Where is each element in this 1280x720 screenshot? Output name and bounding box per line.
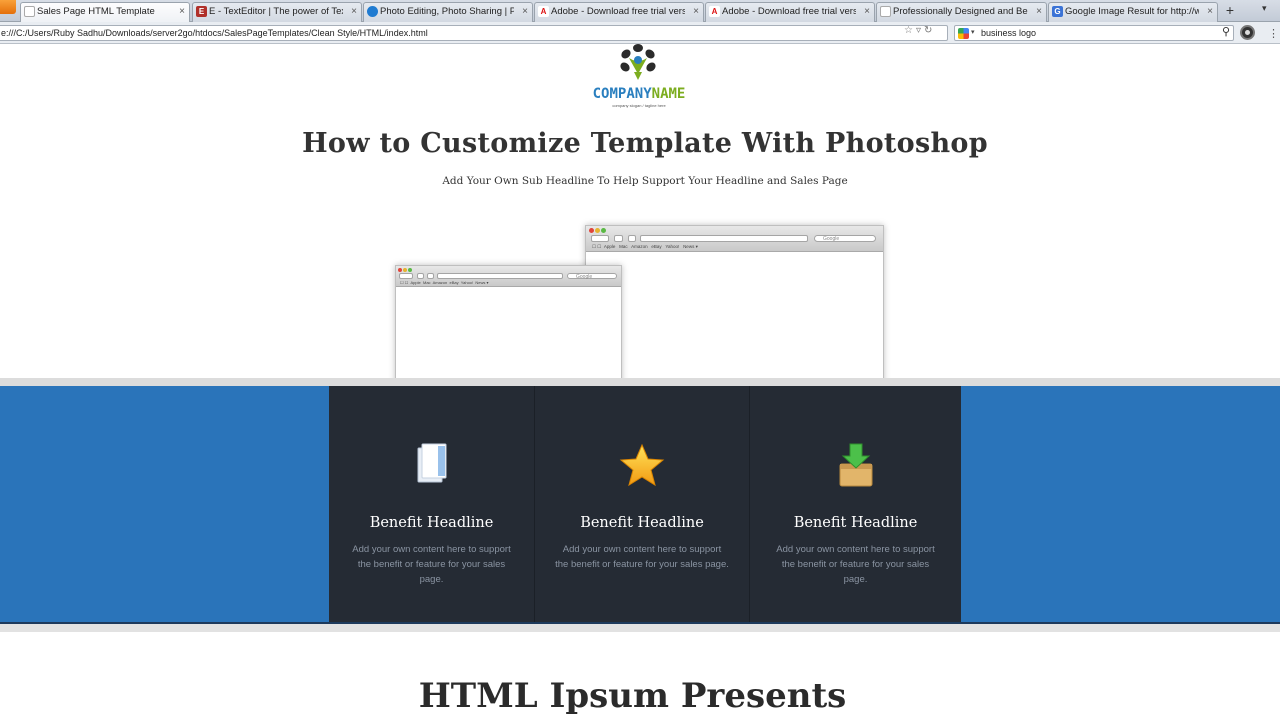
- tab-sales-page[interactable]: Sales Page HTML Template ×: [20, 2, 190, 23]
- benefit-text: Add your own content here to support the…: [555, 544, 729, 570]
- new-tab-button[interactable]: +: [1222, 3, 1238, 19]
- close-icon[interactable]: ×: [693, 3, 699, 21]
- adobe-icon: A: [709, 6, 720, 17]
- close-icon[interactable]: ×: [179, 3, 185, 21]
- document-icon: [417, 443, 446, 483]
- benefit-headline: Benefit Headline: [580, 515, 704, 531]
- logo-mark-icon: [620, 44, 656, 80]
- benefit-card: Benefit Headline Add your own content he…: [329, 386, 534, 622]
- magnifier-icon[interactable]: ⚲: [1222, 25, 1230, 39]
- benefit-card: Benefit Headline Add your own content he…: [749, 386, 961, 622]
- tab-professionally-designed[interactable]: Professionally Designed and Beauti... ×: [876, 2, 1047, 22]
- close-icon[interactable]: ×: [1207, 3, 1213, 21]
- tab-title: Photo Editing, Photo Sharing | Pho...: [380, 6, 514, 17]
- logo-wordmark: COMPANYNAME: [592, 86, 686, 102]
- bookmark-star-icon[interactable]: ☆: [904, 25, 916, 36]
- list-all-tabs-icon[interactable]: ▾: [1262, 3, 1267, 14]
- google-icon[interactable]: [958, 28, 969, 39]
- google-icon: G: [1052, 6, 1063, 17]
- tab-photobucket[interactable]: Photo Editing, Photo Sharing | Pho... ×: [363, 2, 533, 22]
- benefit-card: Benefit Headline Add your own content he…: [534, 386, 749, 622]
- tab-title: E - TextEditor | The power of TextM...: [209, 6, 343, 17]
- toolbar-grip-icon: ⋮: [1268, 28, 1279, 40]
- reload-icon[interactable]: ↻: [924, 25, 935, 36]
- company-logo[interactable]: COMPANYNAME company slogan / tagline her…: [572, 44, 706, 110]
- history-dropdown-icon[interactable]: ▿: [916, 25, 924, 36]
- adobe-icon: A: [538, 6, 549, 17]
- page-headline: How to Customize Template With Photoshop: [302, 128, 988, 159]
- tab-texteditor[interactable]: E E - TextEditor | The power of TextM...…: [192, 2, 362, 22]
- section-divider: [0, 622, 1280, 632]
- close-icon[interactable]: ×: [1036, 3, 1042, 21]
- close-icon[interactable]: ×: [351, 3, 357, 21]
- mockup-search: Google: [814, 235, 876, 242]
- section-title: HTML Ipsum Presents: [418, 676, 847, 716]
- mockup-toolbar: Google ☐ ☐ Apple Mac Amazon eBay Yahoo! …: [586, 226, 883, 252]
- benefit-headline: Benefit Headline: [793, 515, 918, 531]
- benefit-text: Add your own content here to support the…: [352, 544, 511, 585]
- close-icon[interactable]: ×: [522, 3, 528, 21]
- photobucket-icon: [367, 6, 378, 17]
- page-icon: [880, 6, 891, 17]
- star-icon: [619, 443, 665, 487]
- close-icon[interactable]: ×: [864, 3, 870, 21]
- navigation-bar: e:///C:/Users/Ruby Sadhu/Downloads/serve…: [0, 22, 1280, 44]
- url-bar[interactable]: e:///C:/Users/Ruby Sadhu/Downloads/serve…: [0, 25, 948, 41]
- tab-adobe-2[interactable]: A Adobe - Download free trial versio... …: [705, 2, 875, 22]
- benefits-section: Benefit Headline Add your own content he…: [329, 386, 961, 622]
- chevron-down-icon[interactable]: ▾: [971, 26, 975, 40]
- browser-mockup-small: Google ☐ ☐ Apple Mac Amazon eBay Yahoo! …: [395, 265, 622, 389]
- logo-slogan: company slogan / tagline here: [612, 103, 666, 108]
- texteditor-icon: E: [196, 6, 207, 17]
- search-query: business logo: [981, 28, 1037, 38]
- mockup-bookmarks: ☐ ☐ Apple Mac Amazon eBay Yahoo! News ▾: [592, 244, 698, 249]
- tab-title: Adobe - Download free trial versio...: [551, 6, 685, 17]
- page-subheadline: Add Your Own Sub Headline To Help Suppor…: [442, 175, 848, 187]
- mockup-bookmarks: ☐ ☐ Apple Mac Amazon eBay Yahoo! News ▾: [400, 280, 489, 285]
- section-divider: [0, 378, 1280, 386]
- search-input[interactable]: ▾ business logo ⚲: [954, 25, 1234, 41]
- tab-title: Sales Page HTML Template: [37, 6, 155, 17]
- browser-mockup-large: Google ☐ ☐ Apple Mac Amazon eBay Yahoo! …: [585, 225, 884, 389]
- tab-google-image[interactable]: G Google Image Result for http://ww... ×: [1048, 2, 1218, 22]
- benefit-text: Add your own content here to support the…: [776, 544, 935, 585]
- page-icon: [24, 6, 35, 17]
- firefox-menu-button[interactable]: [0, 0, 16, 14]
- tab-title: Adobe - Download free trial versio...: [722, 6, 856, 17]
- mockup-search: Google: [567, 273, 617, 280]
- tab-adobe-1[interactable]: A Adobe - Download free trial versio... …: [534, 2, 704, 22]
- url-bar-buttons: ☆▿↻: [904, 25, 935, 36]
- benefit-headline: Benefit Headline: [369, 515, 494, 531]
- tab-title: Google Image Result for http://ww...: [1065, 6, 1199, 17]
- mockup-toolbar: Google ☐ ☐ Apple Mac Amazon eBay Yahoo! …: [396, 266, 621, 287]
- download-box-icon: [839, 443, 872, 487]
- tab-bar: Sales Page HTML Template × E E - TextEdi…: [0, 0, 1280, 23]
- tab-title: Professionally Designed and Beauti...: [893, 6, 1028, 17]
- addon-icon[interactable]: [1240, 25, 1255, 40]
